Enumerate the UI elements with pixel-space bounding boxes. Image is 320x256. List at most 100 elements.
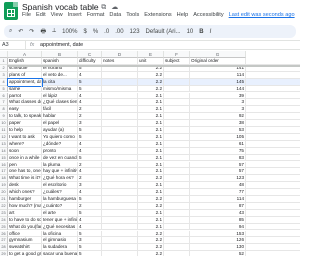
- table-cell[interactable]: appointment, date: [7, 77, 43, 87]
- name-box[interactable]: A3: [0, 41, 26, 50]
- table-cell[interactable]: [102, 127, 138, 134]
- table-cell[interactable]: 2.2: [138, 196, 164, 203]
- table-cell[interactable]: 61: [190, 140, 246, 148]
- table-cell[interactable]: [164, 99, 190, 107]
- table-cell[interactable]: [102, 133, 138, 141]
- star-icon[interactable]: ☆: [90, 4, 96, 11]
- table-cell[interactable]: Yo quiero como: [42, 133, 78, 141]
- table-cell[interactable]: 2.1: [138, 127, 164, 134]
- row-header[interactable]: 26: [0, 230, 8, 238]
- table-cell[interactable]: [102, 106, 138, 114]
- table-cell[interactable]: el papel: [42, 120, 78, 127]
- table-cell[interactable]: [164, 230, 190, 238]
- table-cell[interactable]: [164, 251, 190, 256]
- row-header[interactable]: 12: [0, 133, 8, 141]
- table-cell[interactable]: [102, 78, 138, 86]
- table-cell[interactable]: 4: [78, 99, 102, 107]
- increase-decimal-button[interactable]: .00: [115, 29, 123, 35]
- table-cell[interactable]: 4: [78, 223, 102, 231]
- menu-tools[interactable]: Tools: [126, 12, 139, 22]
- table-cell[interactable]: 4: [78, 216, 102, 224]
- table-cell[interactable]: 2: [78, 113, 102, 121]
- table-cell[interactable]: el veto de...: [42, 71, 78, 79]
- table-cell[interactable]: [164, 78, 190, 86]
- table-cell[interactable]: [164, 216, 190, 224]
- column-header-g[interactable]: G: [190, 51, 246, 58]
- table-cell[interactable]: [164, 196, 190, 203]
- row-header[interactable]: 28: [0, 244, 8, 252]
- table-cell[interactable]: [164, 127, 190, 134]
- table-cell[interactable]: la pluma: [42, 161, 78, 169]
- table-cell[interactable]: gymnasium: [8, 237, 42, 245]
- row-header[interactable]: 5: [0, 85, 8, 93]
- table-cell[interactable]: 2: [78, 161, 102, 169]
- table-cell[interactable]: [102, 147, 138, 155]
- search-icon[interactable]: ⌕: [9, 28, 12, 35]
- table-cell[interactable]: [164, 106, 190, 114]
- table-cell[interactable]: 5: [78, 251, 102, 256]
- bold-button[interactable]: B: [199, 29, 203, 35]
- table-cell[interactable]: [102, 71, 138, 79]
- formula-input[interactable]: appointment, date: [40, 42, 83, 48]
- table-cell[interactable]: art: [8, 209, 42, 217]
- column-header-d[interactable]: D: [102, 51, 138, 58]
- table-cell[interactable]: to have to do so: [8, 216, 42, 224]
- table-cell[interactable]: [164, 161, 190, 169]
- table-cell[interactable]: [102, 140, 138, 148]
- table-cell[interactable]: 2.1: [138, 168, 164, 176]
- undo-icon[interactable]: ↶: [18, 28, 23, 35]
- table-cell[interactable]: 85: [190, 216, 246, 224]
- row-header[interactable]: 3: [0, 71, 8, 79]
- table-cell[interactable]: 4: [78, 147, 102, 155]
- zoom-select[interactable]: 100%: [62, 29, 77, 35]
- table-cell[interactable]: pen: [8, 161, 42, 169]
- table-cell[interactable]: 2.2: [138, 78, 164, 86]
- spreadsheet-grid[interactable]: A B C D E F G 1 English spanish difficulty notes uni…: [0, 51, 300, 256]
- table-cell[interactable]: la oficina: [42, 230, 78, 238]
- table-cell[interactable]: 2.1: [138, 92, 164, 100]
- table-cell[interactable]: to help: [8, 127, 42, 134]
- redo-icon[interactable]: ↷: [29, 28, 34, 35]
- table-cell[interactable]: 3: [78, 237, 102, 245]
- table-cell[interactable]: [164, 154, 190, 162]
- table-cell[interactable]: [164, 168, 190, 176]
- table-cell[interactable]: 2.2: [138, 244, 164, 252]
- menu-insert[interactable]: Insert: [68, 12, 82, 22]
- table-cell[interactable]: sweatshirt: [8, 244, 42, 252]
- row-header[interactable]: 21: [0, 196, 8, 203]
- row-header[interactable]: 8: [0, 106, 8, 114]
- table-cell[interactable]: 2.1: [138, 120, 164, 127]
- table-cell[interactable]: el escritorio: [42, 182, 78, 190]
- table-cell[interactable]: 5: [78, 127, 102, 134]
- table-cell[interactable]: [102, 244, 138, 252]
- table-cell[interactable]: 4: [78, 189, 102, 196]
- percent-format-button[interactable]: %: [93, 29, 98, 35]
- table-cell[interactable]: 5: [78, 209, 102, 217]
- table-cell[interactable]: soon: [8, 147, 42, 155]
- table-cell[interactable]: [164, 223, 190, 231]
- table-cell[interactable]: how much? (mas: [8, 202, 42, 210]
- table-cell[interactable]: 2.1: [138, 209, 164, 217]
- column-title-cell[interactable]: notes: [102, 58, 138, 65]
- table-cell[interactable]: 2.1: [138, 147, 164, 155]
- row-header[interactable]: 16: [0, 161, 8, 169]
- table-cell[interactable]: I want to ask: [8, 133, 42, 141]
- row-header[interactable]: 9: [0, 113, 8, 121]
- table-cell[interactable]: [164, 147, 190, 155]
- table-cell[interactable]: ¿Qué clases tiene: [42, 99, 78, 107]
- table-cell[interactable]: [164, 175, 190, 183]
- table-cell[interactable]: la hamburguesa: [42, 196, 78, 203]
- row-header[interactable]: 6: [0, 92, 8, 100]
- table-cell[interactable]: 5: [78, 230, 102, 238]
- row-header[interactable]: 2: [0, 64, 8, 72]
- table-cell[interactable]: easy: [8, 106, 42, 114]
- table-cell[interactable]: 123: [190, 175, 246, 183]
- table-cell[interactable]: el gimnasio: [42, 237, 78, 245]
- table-cell[interactable]: 2.1: [138, 161, 164, 169]
- column-header-e[interactable]: E: [138, 51, 164, 58]
- table-cell[interactable]: 2.2: [138, 85, 164, 93]
- row-header[interactable]: 4: [0, 78, 8, 86]
- table-cell[interactable]: 92: [190, 113, 246, 121]
- row-header[interactable]: 13: [0, 140, 8, 148]
- select-all-corner[interactable]: [0, 51, 8, 58]
